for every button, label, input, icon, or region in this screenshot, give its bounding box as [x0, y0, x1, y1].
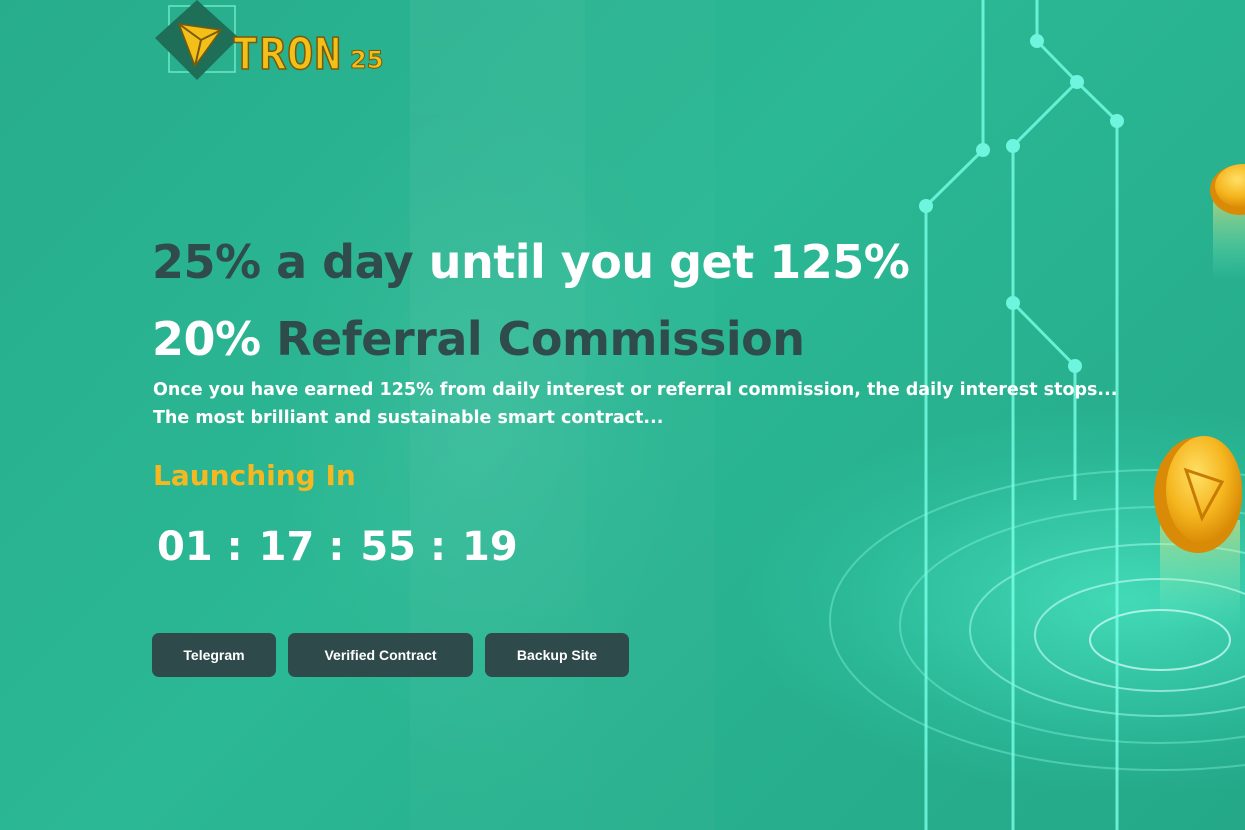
button-group: Telegram Verified Contract Backup Site	[152, 633, 629, 677]
backup-site-button[interactable]: Backup Site	[485, 633, 629, 677]
countdown-timer: 01 : 17 : 55 : 19	[157, 524, 518, 570]
countdown-days: 01	[157, 524, 213, 570]
headline-line-1: 25% a day until you get 125%	[152, 232, 910, 292]
description: Once you have earned 125% from daily int…	[153, 376, 1117, 432]
countdown-seconds: 19	[462, 524, 518, 570]
countdown-separator: :	[430, 524, 447, 570]
logo-number: 25	[349, 46, 384, 75]
headline-referral-percent: 20%	[152, 312, 261, 366]
headline-line-2: 20% Referral Commission	[152, 309, 805, 369]
countdown-separator: :	[328, 524, 345, 570]
headline-target: until you get 125%	[428, 235, 910, 289]
description-line: Once you have earned 125% from daily int…	[153, 380, 1118, 400]
countdown-separator: :	[226, 524, 243, 570]
coin-icon	[1210, 164, 1245, 215]
headline-rate: 25% a day	[152, 235, 414, 289]
countdown-minutes: 55	[360, 524, 417, 570]
telegram-button[interactable]: Telegram	[152, 633, 276, 677]
description-line: The most brilliant and sustainable smart…	[153, 408, 664, 428]
countdown-hours: 17	[258, 524, 315, 570]
headline-referral-label: Referral Commission	[276, 312, 805, 366]
coin-icon	[1154, 436, 1242, 553]
launching-label: Launching In	[153, 459, 356, 492]
verified-contract-button[interactable]: Verified Contract	[288, 633, 473, 677]
logo-text: TRON	[231, 29, 342, 81]
